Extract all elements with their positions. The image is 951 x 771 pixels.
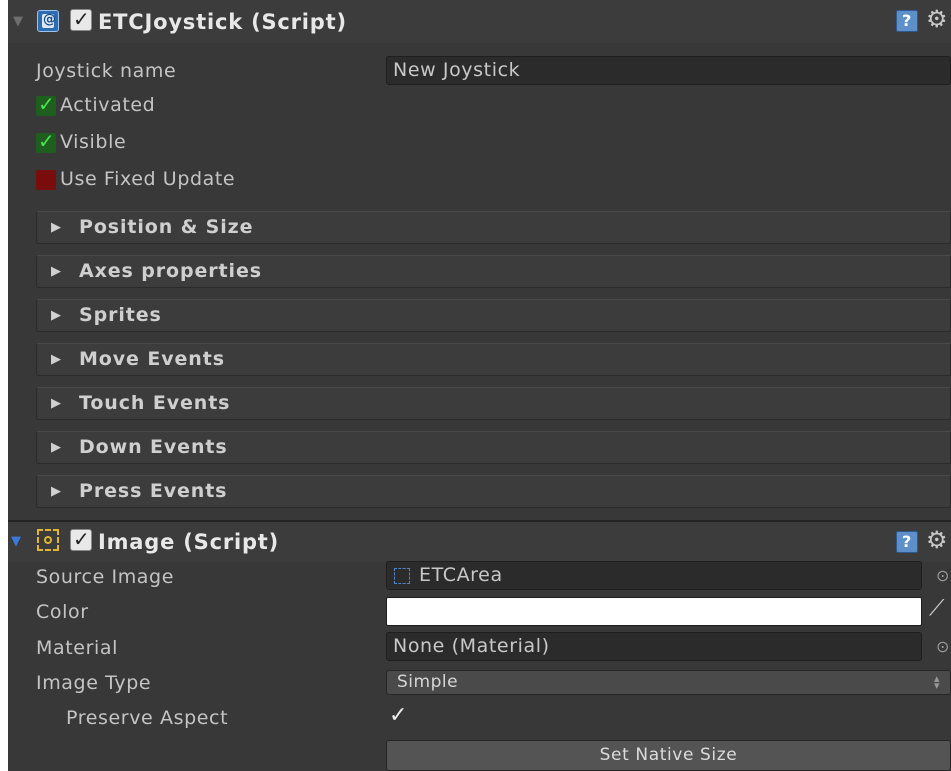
foldout-label: Press Events [79,480,228,502]
preserve-aspect-checkbox[interactable]: ✓ [389,703,407,728]
source-image-label: Source Image [36,566,175,588]
foldout-arrow-icon: ▶ [51,352,61,367]
image-type-label: Image Type [36,672,152,694]
image-type-value: Simple [397,672,459,692]
foldout-arrow-icon: ▶ [51,484,61,499]
foldout-label: Down Events [79,436,228,458]
foldout-arrow-icon: ▶ [51,396,61,411]
gear-icon[interactable]: ⚙ [926,5,948,33]
material-field[interactable]: None (Material) [386,632,922,661]
foldout-label: Touch Events [79,392,231,414]
foldout-label: Move Events [79,348,225,370]
foldout-label: Position & Size [79,216,254,238]
activated-checkbox[interactable]: ✓ [36,92,56,116]
inspector-panel: ▼ @ ✓ ETCJoystick (Script) ? ⚙ Joystick … [0,0,951,771]
foldout-sprites[interactable]: ▶ Sprites [36,299,951,332]
source-image-value: ETCArea [419,564,503,586]
set-native-size-button[interactable]: Set Native Size [386,740,951,771]
object-picker-icon[interactable]: ⊙ [936,566,949,585]
foldout-axes-properties[interactable]: ▶ Axes properties [36,255,951,288]
image-type-dropdown[interactable]: Simple ▴ ▾ [386,670,951,695]
joystick-component-title: ETCJoystick (Script) [98,10,347,34]
preserve-aspect-label: Preserve Aspect [66,707,229,729]
foldout-arrow-icon: ▶ [51,220,61,235]
foldout-arrow-icon[interactable]: ▼ [11,534,21,549]
activated-label: Activated [60,94,156,116]
image-component-title: Image (Script) [98,530,280,554]
foldout-label: Axes properties [79,260,262,282]
help-icon[interactable]: ? [896,531,918,553]
visible-label: Visible [60,131,127,153]
foldout-position-size[interactable]: ▶ Position & Size [36,211,951,244]
foldout-arrow-icon[interactable]: ▼ [13,14,23,29]
color-label: Color [36,601,89,623]
image-component-icon [37,529,59,551]
source-image-field[interactable]: ETCArea [386,561,922,590]
visible-checkbox[interactable]: ✓ [36,129,56,153]
use-fixed-update-label: Use Fixed Update [60,168,236,190]
help-icon[interactable]: ? [896,10,918,32]
eyedropper-icon[interactable]: ⟋ [929,596,944,621]
image-enabled-checkbox[interactable]: ✓ [70,527,92,551]
object-picker-icon[interactable]: ⊙ [936,637,949,656]
dropdown-arrows-icon: ▴ ▾ [934,672,940,692]
sprite-icon [394,568,410,584]
foldout-move-events[interactable]: ▶ Move Events [36,343,951,376]
gear-icon[interactable]: ⚙ [926,526,948,554]
foldout-arrow-icon: ▶ [51,440,61,455]
joystick-name-field[interactable]: New Joystick [386,56,951,85]
foldout-arrow-icon: ▶ [51,264,61,279]
set-native-size-label: Set Native Size [599,745,738,765]
script-icon: @ [37,10,59,32]
joystick-name-label: Joystick name [36,60,177,82]
use-fixed-update-checkbox[interactable] [36,170,56,190]
foldout-arrow-icon: ▶ [51,308,61,323]
material-label: Material [36,637,118,659]
color-swatch[interactable] [386,597,922,626]
foldout-down-events[interactable]: ▶ Down Events [36,431,951,464]
foldout-touch-events[interactable]: ▶ Touch Events [36,387,951,420]
joystick-enabled-checkbox[interactable]: ✓ [70,7,92,31]
foldout-press-events[interactable]: ▶ Press Events [36,475,951,508]
foldout-label: Sprites [79,304,162,326]
